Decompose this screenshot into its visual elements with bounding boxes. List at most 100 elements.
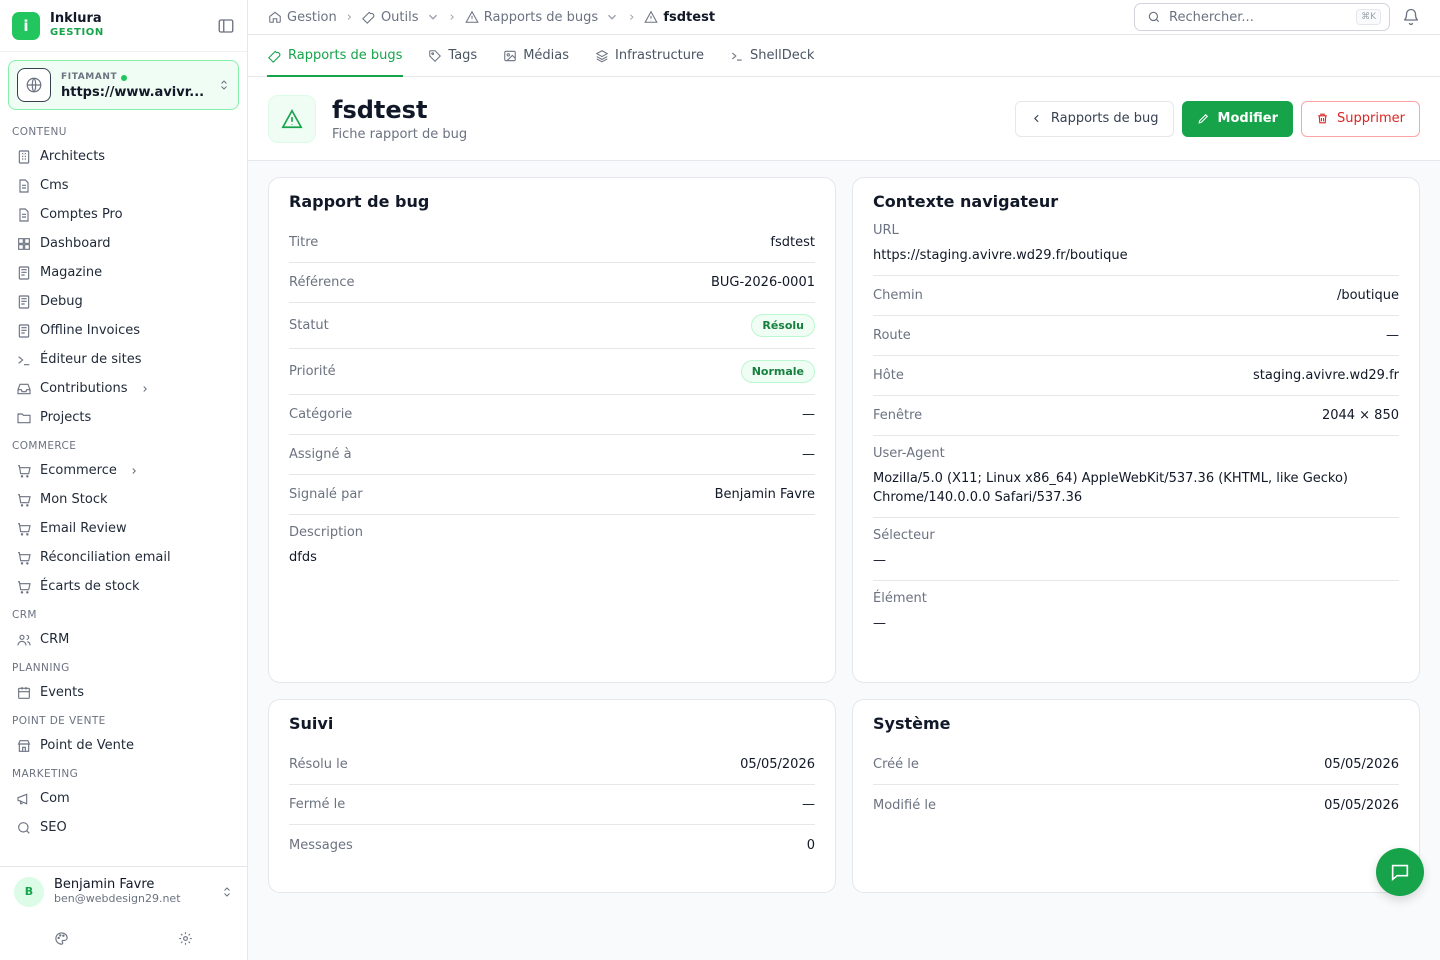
gear-icon[interactable] <box>178 931 193 946</box>
field-url: URL https://staging.avivre.wd29.fr/boutiq… <box>873 223 1399 276</box>
chevron-up-down-icon <box>224 886 230 897</box>
sidebar-item-email-review[interactable]: Email Review <box>8 514 239 543</box>
warning-icon <box>465 10 479 23</box>
sidebar-item-label: Email Review <box>40 521 127 536</box>
sidebar-item-crm[interactable]: CRM <box>8 625 239 654</box>
page-subtitle: Fiche rapport de bug <box>332 127 468 142</box>
bell-icon[interactable] <box>1402 8 1420 26</box>
sidebar-item-com[interactable]: Com <box>8 784 239 813</box>
avatar: B <box>14 876 44 907</box>
field-resolu-le: Résolu le 05/05/2026 <box>289 745 815 785</box>
tab-rapports-de-bugs[interactable]: Rapports de bugs <box>266 35 404 77</box>
sidebar-item-label: Mon Stock <box>40 492 108 507</box>
field-label: Titre <box>289 235 319 250</box>
sidebar-item-magazine[interactable]: Magazine <box>8 258 239 287</box>
sidebar-toggle-icon[interactable] <box>217 17 235 35</box>
sidebar-item-ecommerce[interactable]: Ecommerce <box>8 456 239 485</box>
nav-section-title: MARKETING <box>12 768 79 780</box>
breadcrumb-separator: › <box>629 9 635 25</box>
field-reference: Référence BUG-2026-0001 <box>289 263 815 303</box>
tab-tags[interactable]: Tags <box>428 35 477 76</box>
field-value: — <box>802 407 815 422</box>
sidebar-item-cms[interactable]: Cms <box>8 171 239 200</box>
field-value: fsdtest <box>770 235 815 250</box>
field-label: Route <box>873 328 911 343</box>
sidebar-item-ecarts-de-stock[interactable]: Écarts de stock <box>8 572 239 601</box>
sidebar-item-editeur-de-sites[interactable]: Éditeur de sites <box>8 345 239 374</box>
sidebar-item-mon-stock[interactable]: Mon Stock <box>8 485 239 514</box>
sidebar-item-events[interactable]: Events <box>8 678 239 707</box>
online-status-dot <box>121 74 128 81</box>
status-badge: Résolu <box>751 314 815 337</box>
field-titre: Titre fsdtest <box>289 223 815 263</box>
sidebar-item-label: Contributions <box>40 381 128 396</box>
chat-icon <box>1391 864 1409 882</box>
calendar-icon <box>18 686 30 699</box>
field-label: Catégorie <box>289 407 353 422</box>
sidebar-item-label: SEO <box>40 820 67 835</box>
sidebar-item-label: Ecommerce <box>40 463 117 478</box>
sidebar-item-projects[interactable]: Projects <box>8 403 239 432</box>
book-icon <box>18 323 30 338</box>
search-icon <box>18 821 30 834</box>
search-input[interactable]: Rechercher... ⌘K <box>1134 3 1390 31</box>
delete-button[interactable]: Supprimer <box>1301 100 1420 137</box>
sidebar-item-dashboard[interactable]: Dashboard <box>8 229 239 258</box>
breadcrumb-home[interactable]: Gestion <box>268 10 337 25</box>
tab-medias[interactable]: Médias <box>503 35 569 76</box>
brand-header: i Inklura GESTION <box>0 0 247 52</box>
field-value: — <box>802 797 815 812</box>
sidebar-item-contributions[interactable]: Contributions <box>8 374 239 403</box>
field-value: 05/05/2026 <box>1324 757 1399 772</box>
sidebar-item-label: CRM <box>40 632 70 647</box>
sidebar-item-comptes-pro[interactable]: Comptes Pro <box>8 200 239 229</box>
app-logo[interactable]: i <box>12 11 40 40</box>
sidebar-item-label: Écarts de stock <box>40 579 140 594</box>
nav-section-title: PLANNING <box>12 662 70 674</box>
breadcrumb-home-label: Gestion <box>287 9 337 25</box>
sidebar-item-label: Magazine <box>40 265 103 280</box>
chat-button[interactable] <box>1376 848 1424 896</box>
field-value: Mozilla/5.0 (X11; Linux x86_64) AppleWeb… <box>873 471 1349 505</box>
back-button[interactable]: Rapports de bug <box>1014 100 1174 137</box>
sidebar-item-debug[interactable]: Debug <box>8 287 239 316</box>
users-icon <box>17 634 31 645</box>
breadcrumb-tools-label: Outils <box>380 9 419 25</box>
field-route: Route — <box>873 316 1399 356</box>
chevron-up-down-icon <box>221 80 227 90</box>
cart-icon <box>18 551 31 565</box>
tenant-switcher[interactable]: FITAMANT https://www.avivr... <box>8 60 239 110</box>
field-selecteur: Sélecteur — <box>873 518 1399 581</box>
wrench-icon <box>268 50 281 63</box>
field-label: Fermé le <box>289 797 346 812</box>
breadcrumb-tools[interactable]: Outils <box>362 10 440 25</box>
field-cree-le: Créé le 05/05/2026 <box>873 745 1399 785</box>
sidebar-item-reconciliation-email[interactable]: Réconciliation email <box>8 543 239 572</box>
sidebar-item-offline-invoices[interactable]: Offline Invoices <box>8 316 239 345</box>
field-value: BUG-2026-0001 <box>710 275 815 290</box>
sidebar-item-architects[interactable]: Architects <box>8 142 239 171</box>
edit-button[interactable]: Modifier <box>1181 100 1294 137</box>
tab-infrastructure[interactable]: Infrastructure <box>595 35 704 76</box>
tracking-card: Suivi Résolu le 05/05/2026 Fermé le — Mess… <box>268 699 836 893</box>
field-description: Description dfds <box>289 515 815 577</box>
search-shortcut: ⌘K <box>1356 9 1381 25</box>
wrench-icon <box>362 11 375 24</box>
user-menu[interactable]: B Benjamin Favre ben@webdesign29.net <box>0 866 247 916</box>
field-ferme-le: Fermé le — <box>289 785 815 825</box>
field-value: 05/05/2026 <box>1324 797 1399 813</box>
store-icon <box>17 739 31 752</box>
book-icon <box>18 294 30 309</box>
field-label: Sélecteur <box>873 528 935 543</box>
book-icon <box>18 265 30 280</box>
field-value: 2044 × 850 <box>1321 408 1399 423</box>
cart-icon <box>18 464 31 478</box>
tab-shelldeck[interactable]: ShellDeck <box>730 35 814 76</box>
palette-icon[interactable] <box>54 931 69 946</box>
sidebar-item-label: Projects <box>40 410 92 425</box>
sidebar-item-seo[interactable]: SEO <box>8 813 239 842</box>
breadcrumb-separator: › <box>449 9 455 25</box>
sidebar-item-point-de-vente[interactable]: Point de Vente <box>8 731 239 760</box>
field-value: 0 <box>806 837 815 853</box>
breadcrumb-reports[interactable]: Rapports de bugs <box>465 10 619 25</box>
